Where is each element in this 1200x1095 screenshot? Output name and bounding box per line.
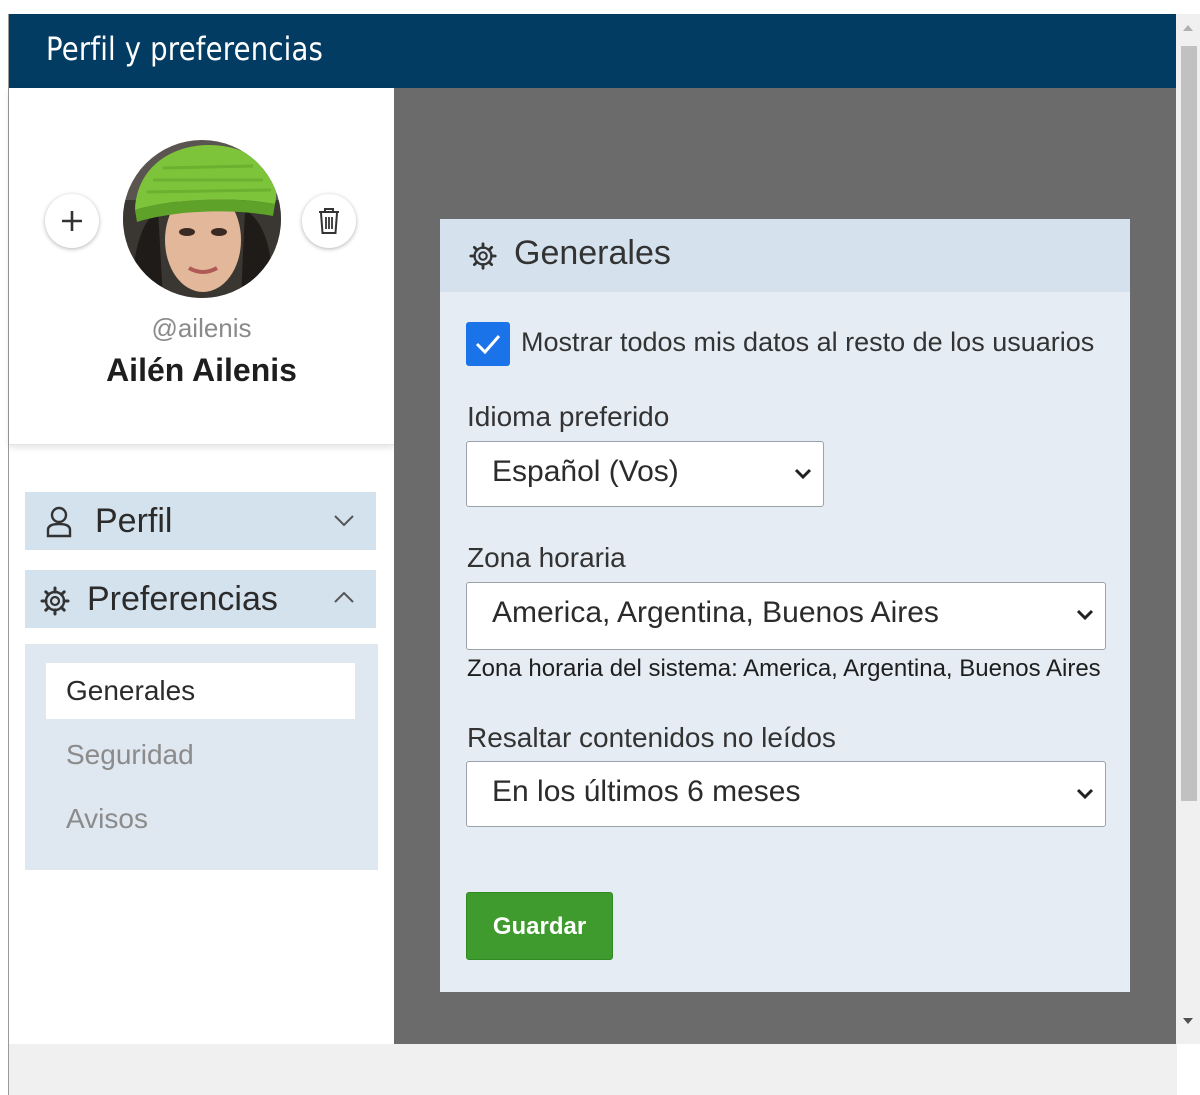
content-area: Generales Mostrar todos mis datos al res…	[394, 88, 1177, 1044]
avatar-photo	[123, 140, 281, 298]
scroll-down-arrow-icon[interactable]	[1182, 1017, 1194, 1025]
plus-icon	[62, 211, 82, 231]
panel-header: Generales	[440, 219, 1130, 292]
generales-panel: Generales Mostrar todos mis datos al res…	[440, 219, 1130, 992]
timezone-help-text: Zona horaria del sistema: America, Argen…	[467, 655, 1101, 682]
full-name: Ailén Ailenis	[106, 352, 297, 388]
gear-icon	[40, 586, 70, 616]
chevron-up-icon	[334, 591, 354, 603]
sidebar-item-label: Preferencias	[87, 580, 278, 618]
sidebar: @ailenis Ailén Ailenis Perfil Preferenci…	[9, 88, 394, 1044]
submenu-item-avisos[interactable]: Avisos	[46, 791, 355, 847]
highlight-select[interactable]: En los últimos 6 meses	[466, 761, 1106, 827]
title-bar: Perfil y preferencias	[9, 14, 1177, 88]
window-footer	[9, 1044, 1177, 1095]
sidebar-item-perfil[interactable]: Perfil	[25, 492, 376, 550]
preferences-submenu: Generales Seguridad Avisos	[25, 644, 378, 870]
highlight-value: En los últimos 6 meses	[492, 775, 801, 808]
profile-card: @ailenis Ailén Ailenis	[9, 88, 394, 445]
language-value: Español (Vos)	[492, 455, 679, 488]
highlight-label: Resaltar contenidos no leídos	[467, 722, 836, 753]
save-button[interactable]: Guardar	[466, 892, 613, 960]
preferences-window: Perfil y preferencias @ailenis Ailén Ail…	[8, 14, 1177, 1095]
submenu-item-label: Avisos	[66, 803, 148, 834]
checkmark-icon	[475, 335, 501, 355]
show-data-checkbox[interactable]	[466, 322, 510, 366]
scrollbar[interactable]	[1176, 14, 1200, 1044]
add-photo-button[interactable]	[45, 194, 99, 248]
chevron-down-icon	[1076, 609, 1094, 621]
gear-icon	[469, 242, 497, 270]
language-select[interactable]: Español (Vos)	[466, 441, 824, 507]
submenu-item-seguridad[interactable]: Seguridad	[46, 727, 355, 783]
show-data-label: Mostrar todos mis datos al resto de los …	[521, 327, 1095, 357]
user-icon	[46, 506, 72, 538]
timezone-label: Zona horaria	[467, 542, 626, 573]
language-label: Idioma preferido	[467, 401, 670, 432]
chevron-down-icon	[1076, 788, 1094, 800]
submenu-item-label: Generales	[66, 675, 196, 706]
timezone-value: America, Argentina, Buenos Aires	[492, 596, 939, 629]
scrollbar-thumb[interactable]	[1181, 46, 1197, 801]
username: @ailenis	[151, 313, 252, 343]
chevron-down-icon	[794, 468, 812, 480]
submenu-item-generales[interactable]: Generales	[46, 663, 355, 719]
delete-photo-button[interactable]	[302, 194, 356, 248]
submenu-item-label: Seguridad	[66, 739, 194, 770]
sidebar-item-preferencias[interactable]: Preferencias	[25, 570, 376, 628]
sidebar-item-label: Perfil	[95, 502, 173, 540]
chevron-down-icon	[334, 515, 354, 527]
window-title: Perfil y preferencias	[46, 30, 324, 68]
scroll-up-arrow-icon[interactable]	[1182, 24, 1194, 32]
trash-icon	[319, 208, 339, 234]
panel-title: Generales	[514, 234, 671, 272]
avatar	[123, 140, 281, 298]
timezone-select[interactable]: America, Argentina, Buenos Aires	[466, 582, 1106, 650]
